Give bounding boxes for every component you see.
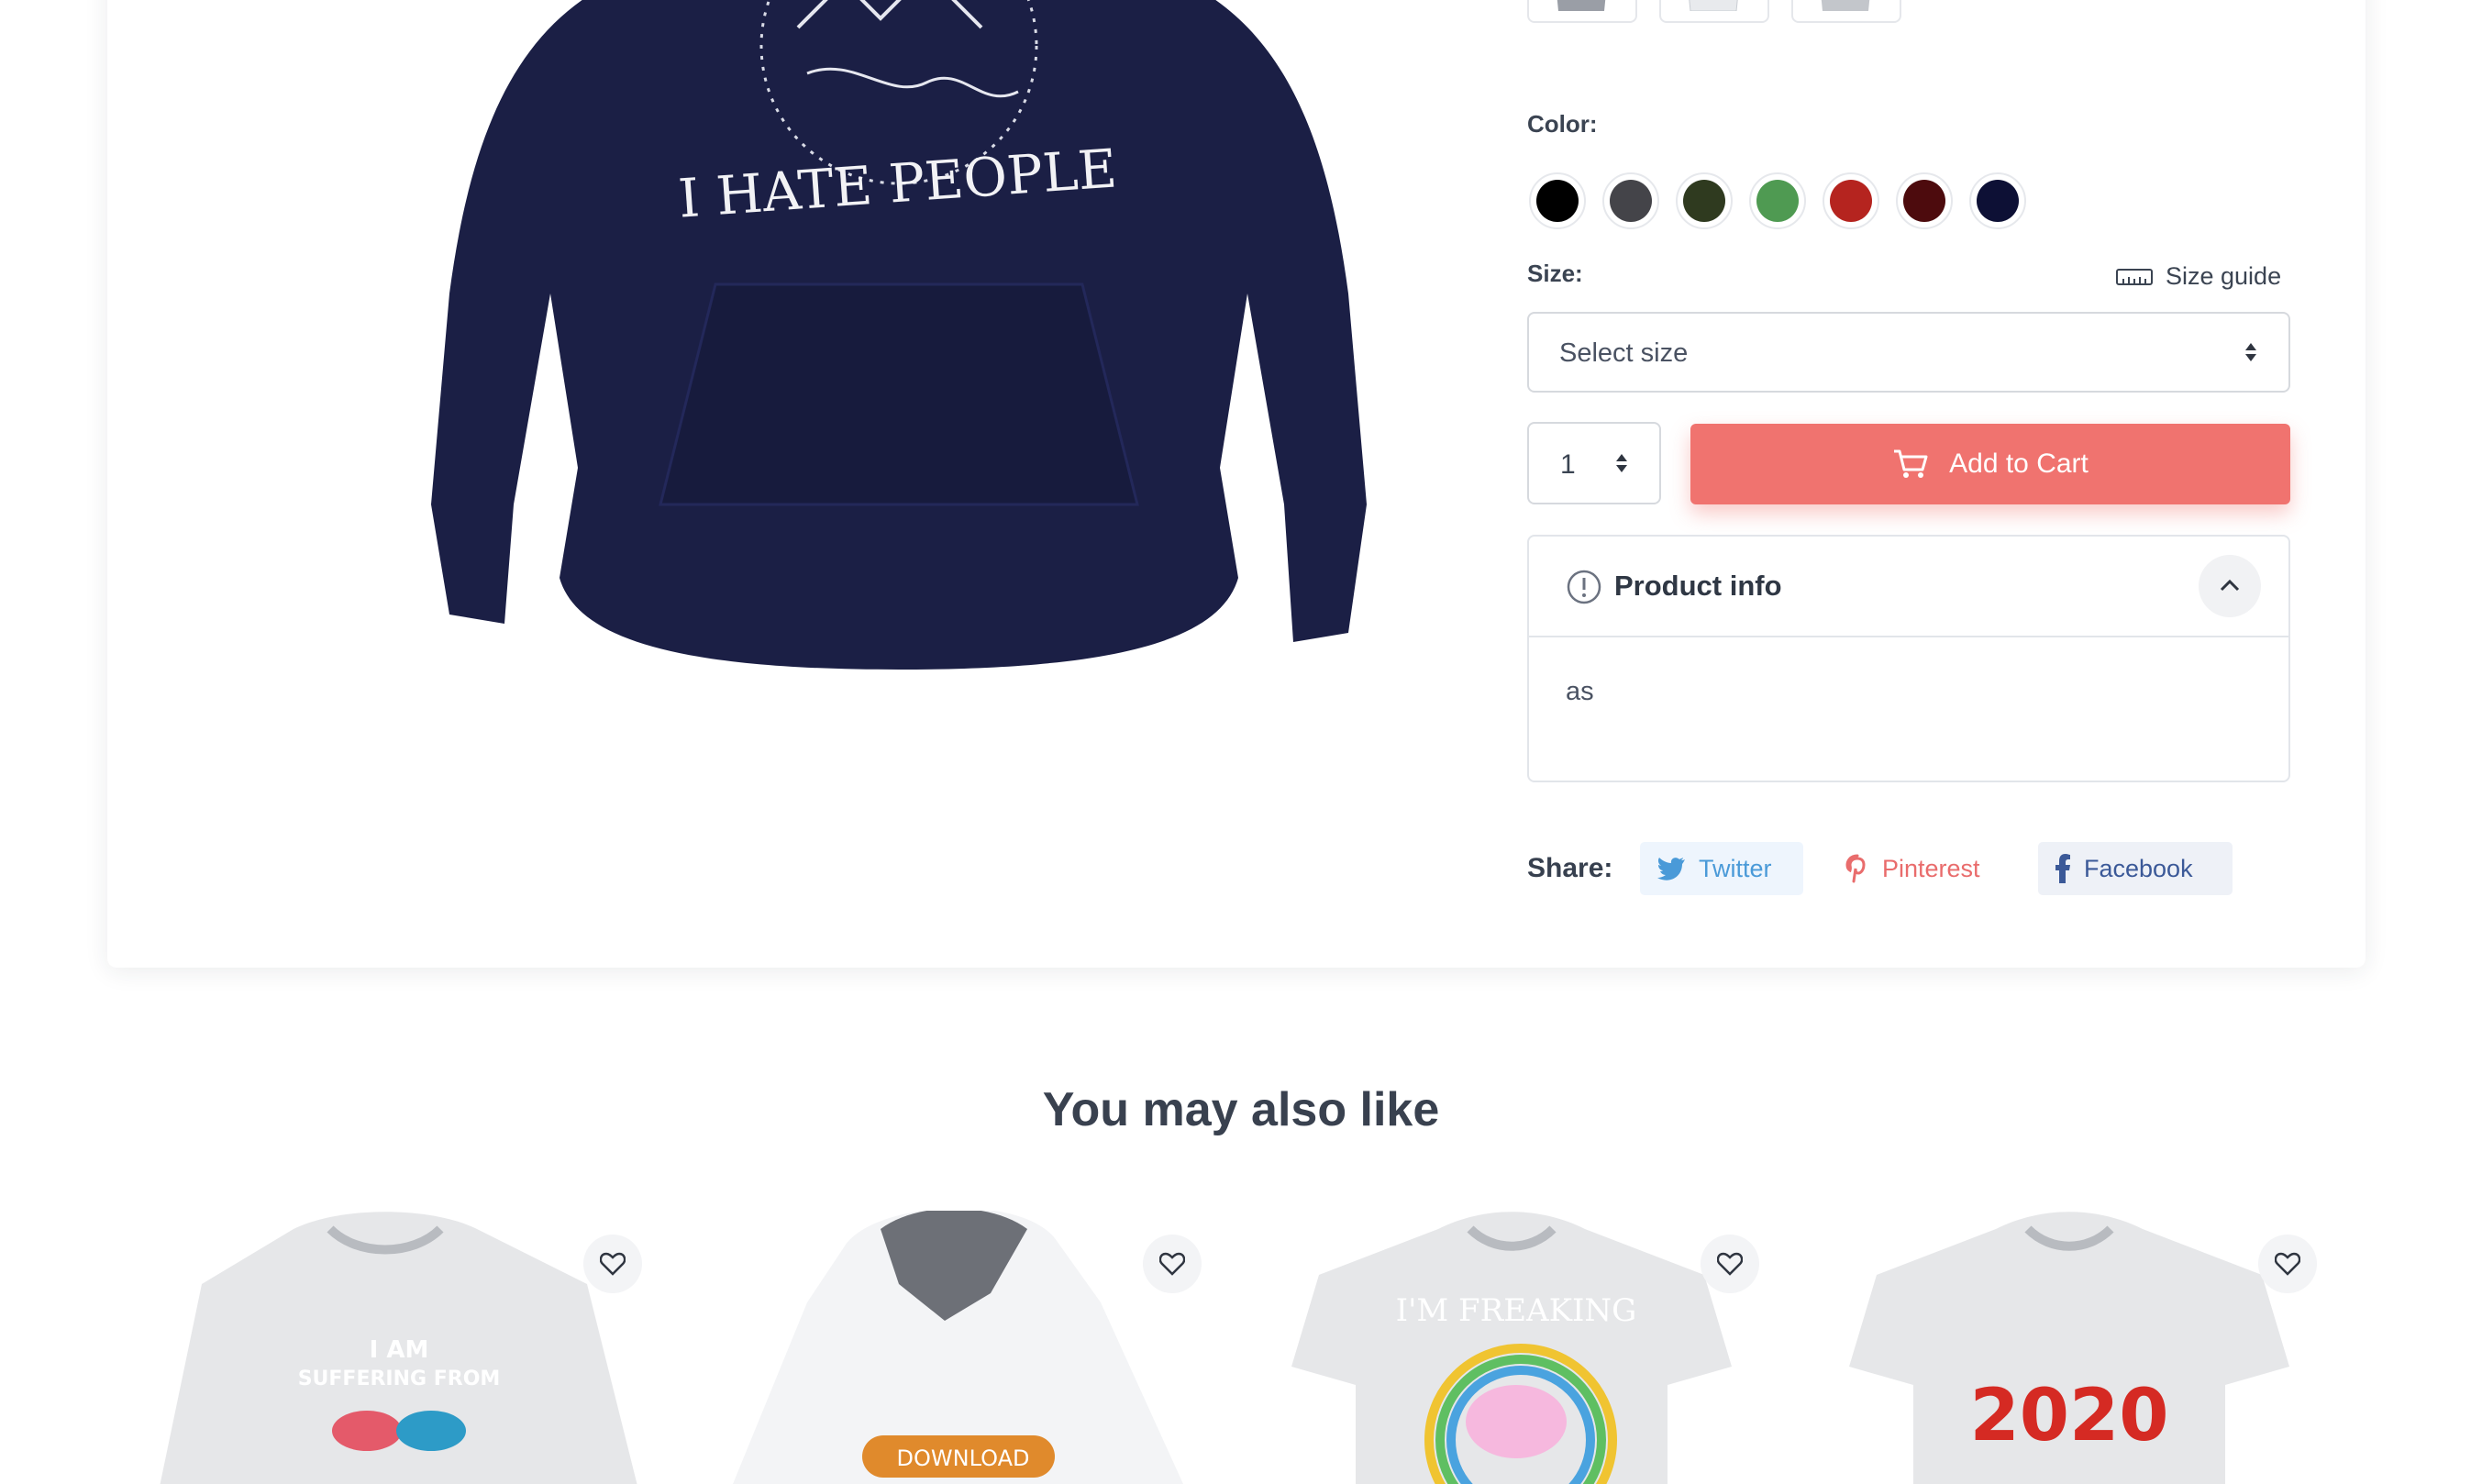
thumbnail-heather-hoodie[interactable] <box>1791 0 1901 23</box>
share-twitter-button[interactable]: Twitter <box>1640 842 1803 895</box>
recommendation-card-1[interactable]: I AM SUFFERING FROM <box>156 1192 679 1484</box>
select-arrows-icon <box>2244 343 2257 363</box>
cart-icon <box>1894 449 1928 478</box>
print-text: DOWNLOAD <box>897 1445 1030 1471</box>
product-thumbnail: I'M FREAKING <box>1291 1212 1732 1484</box>
collapse-button[interactable] <box>2199 555 2261 617</box>
heart-icon <box>1159 1252 1185 1276</box>
product-info-title: Product info <box>1614 570 1782 602</box>
add-to-cart-button[interactable]: Add to Cart <box>1690 424 2290 504</box>
product-thumbnail: DOWNLOAD <box>733 1211 1183 1484</box>
info-icon <box>1567 570 1601 604</box>
print-text: I AM <box>370 1336 429 1364</box>
twitter-icon <box>1657 858 1685 880</box>
color-swatch-green[interactable] <box>1749 172 1806 229</box>
share-label: Share: <box>1527 853 1613 883</box>
chevron-up-icon <box>2220 579 2240 592</box>
recommendation-card-3[interactable]: I'M FREAKING <box>1273 1192 1796 1484</box>
heart-icon <box>600 1252 626 1276</box>
quantity-stepper[interactable]: 1 <box>1527 422 1661 504</box>
product-info-header[interactable]: Product info <box>1529 537 2288 637</box>
size-label: Size: <box>1527 260 1583 287</box>
pinterest-icon <box>1845 854 1866 883</box>
wishlist-button[interactable] <box>2258 1235 2317 1293</box>
heart-icon <box>1717 1252 1743 1276</box>
color-swatch-red[interactable] <box>1823 172 1879 229</box>
share-pinterest-label: Pinterest <box>1882 854 1980 882</box>
thumbnail-white-hoodie[interactable] <box>1659 0 1769 23</box>
wishlist-button[interactable] <box>583 1235 642 1293</box>
recommendations-title: You may also like <box>1042 1083 1440 1136</box>
size-guide-label: Size guide <box>2166 262 2282 290</box>
color-swatch-navy[interactable] <box>1969 172 2026 229</box>
color-swatch-maroon[interactable] <box>1896 172 1953 229</box>
size-select[interactable]: Select size <box>1527 312 2290 393</box>
share-facebook-label: Facebook <box>2084 854 2193 882</box>
wishlist-button[interactable] <box>1143 1235 1202 1293</box>
print-text: 2020 <box>1969 1375 2168 1457</box>
size-select-value: Select size <box>1559 338 1689 368</box>
product-image: I HATE PEOPLE <box>431 0 1367 670</box>
share-twitter-label: Twitter <box>1699 854 1772 882</box>
share-pinterest-button[interactable]: Pinterest <box>1829 842 2012 895</box>
product-info-panel: Product info as <box>1527 535 2290 782</box>
recommendation-card-4[interactable]: 2020 <box>1831 1192 2354 1484</box>
print-text: I'M FREAKING <box>1396 1292 1637 1329</box>
wishlist-button[interactable] <box>1701 1235 1759 1293</box>
add-to-cart-label: Add to Cart <box>1949 449 2089 479</box>
quantity-arrows-icon[interactable] <box>1615 454 1628 474</box>
color-swatch-black[interactable] <box>1529 172 1586 229</box>
product-info-body: as <box>1566 677 1594 706</box>
print-text: SUFFERING FROM <box>298 1368 501 1390</box>
thumbnail-grey-hoodie[interactable] <box>1527 0 1637 23</box>
share-facebook-button[interactable]: Facebook <box>2038 842 2233 895</box>
size-guide-link[interactable]: Size guide <box>2116 262 2281 291</box>
facebook-icon <box>2055 854 2070 883</box>
ruler-icon <box>2116 268 2153 285</box>
color-swatch-forest[interactable] <box>1676 172 1733 229</box>
color-label: Color: <box>1527 110 1598 138</box>
product-thumbnail: 2020 <box>1849 1212 2289 1484</box>
color-swatch-charcoal[interactable] <box>1602 172 1659 229</box>
quantity-value: 1 <box>1560 449 1576 480</box>
product-thumbnail: I AM SUFFERING FROM <box>160 1212 637 1484</box>
recommendation-card-2[interactable]: DOWNLOAD <box>715 1192 1238 1484</box>
heart-icon <box>2275 1252 2300 1276</box>
